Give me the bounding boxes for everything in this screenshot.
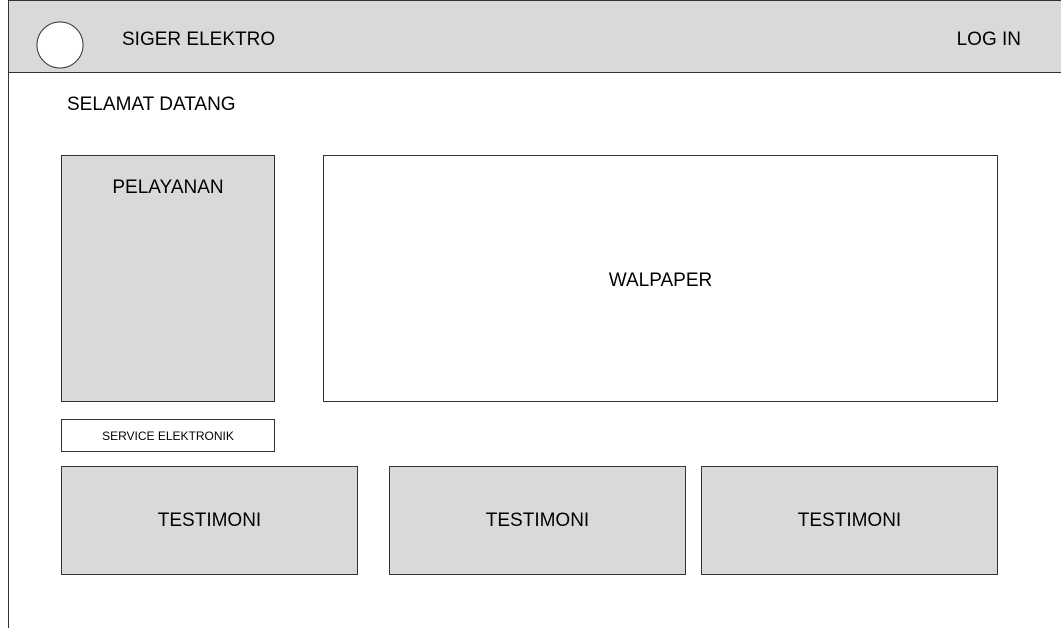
services-panel[interactable]: PELAYANAN <box>61 155 275 402</box>
testimonial-card[interactable]: TESTIMONI <box>61 466 358 575</box>
welcome-heading: SELAMAT DATANG <box>67 94 236 115</box>
circle-logo-icon[interactable] <box>36 21 84 69</box>
testimonial-card[interactable]: TESTIMONI <box>389 466 686 575</box>
login-link[interactable]: LOG IN <box>957 29 1021 51</box>
service-elektronik-button[interactable]: SERVICE ELEKTRONIK <box>61 419 275 452</box>
brand-name: SIGER ELEKTRO <box>122 29 276 50</box>
testimonial-card[interactable]: TESTIMONI <box>701 466 998 575</box>
wallpaper-banner: WALPAPER <box>323 155 998 402</box>
wallpaper-label: WALPAPER <box>608 270 713 291</box>
services-panel-label: PELAYANAN <box>112 177 224 198</box>
header-bar: SIGER ELEKTRO LOG IN <box>8 0 1061 73</box>
